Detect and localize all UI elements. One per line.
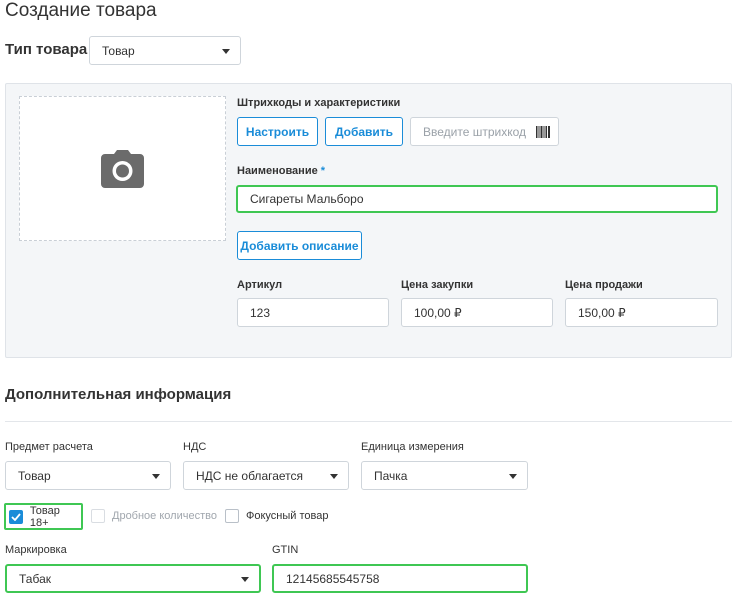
- fractional-checkbox-label: Дробное количество: [112, 510, 217, 522]
- configure-button[interactable]: Настроить: [237, 117, 318, 146]
- barcode-input[interactable]: Введите штрихкод: [410, 117, 559, 146]
- marking-select[interactable]: Табак: [5, 564, 261, 593]
- marking-value: Табак: [19, 571, 51, 586]
- product-type-label: Тип товара: [5, 41, 88, 58]
- adult-checkbox-group[interactable]: Товар 18+: [4, 503, 83, 530]
- article-input-value: 123: [250, 305, 271, 320]
- calc-subject-label: Предмет расчета: [5, 441, 93, 453]
- marking-label: Маркировка: [5, 544, 67, 556]
- chevron-down-icon: [509, 473, 517, 479]
- adult-checkbox-label: Товар 18+: [29, 504, 60, 529]
- barcode-icon: [536, 126, 550, 138]
- fractional-checkbox-group[interactable]: Дробное количество: [91, 509, 217, 523]
- focus-checkbox-group[interactable]: Фокусный товар: [225, 509, 328, 523]
- barcode-input-placeholder: Введите штрихкод: [423, 124, 527, 139]
- required-mark: *: [320, 165, 326, 177]
- fractional-checkbox[interactable]: [91, 509, 105, 523]
- photo-upload-area[interactable]: [19, 96, 226, 241]
- purchase-price-label: Цена закупки: [401, 279, 474, 291]
- gtin-input[interactable]: 12145685545758: [272, 564, 528, 593]
- add-barcode-button[interactable]: Добавить: [325, 117, 403, 146]
- gtin-label: GTIN: [272, 544, 299, 556]
- chevron-down-icon: [241, 576, 249, 582]
- purchase-price-input[interactable]: 100,00 ₽: [401, 298, 553, 327]
- chevron-down-icon: [222, 48, 230, 54]
- barcodes-label: Штрихкоды и характеристики: [237, 97, 401, 109]
- vat-select[interactable]: НДС не облагается: [183, 461, 349, 490]
- check-icon: [11, 512, 21, 521]
- vat-label: НДС: [183, 441, 207, 453]
- focus-checkbox[interactable]: [225, 509, 239, 523]
- gtin-value: 12145685545758: [286, 571, 380, 586]
- name-label-text: Наименование: [237, 165, 318, 177]
- sale-price-value: 150,00 ₽: [578, 305, 626, 320]
- add-description-button[interactable]: Добавить описание: [237, 231, 362, 260]
- purchase-price-value: 100,00 ₽: [414, 305, 462, 320]
- chevron-down-icon: [152, 473, 160, 479]
- name-label: Наименование *: [237, 165, 325, 177]
- name-input[interactable]: Сигареты Мальборо: [236, 185, 718, 213]
- adult-checkbox[interactable]: [9, 509, 23, 524]
- page-title: Создание товара: [5, 0, 157, 21]
- sale-price-input[interactable]: 150,00 ₽: [565, 298, 718, 327]
- article-input[interactable]: 123: [237, 298, 389, 327]
- additional-info-title: Дополнительная информация: [5, 386, 232, 403]
- unit-select[interactable]: Пачка: [361, 461, 528, 490]
- camera-icon: [101, 150, 144, 188]
- sale-price-label: Цена продажи: [565, 279, 643, 291]
- name-input-value: Сигареты Мальборо: [250, 192, 364, 206]
- vat-value: НДС не облагается: [196, 468, 304, 483]
- product-type-value: Товар: [102, 43, 135, 58]
- calc-subject-value: Товар: [18, 468, 51, 483]
- calc-subject-select[interactable]: Товар: [5, 461, 171, 490]
- focus-checkbox-label: Фокусный товар: [246, 510, 329, 522]
- product-type-select[interactable]: Товар: [89, 36, 241, 65]
- unit-label: Единица измерения: [361, 441, 464, 453]
- section-divider: [5, 421, 732, 422]
- article-label: Артикул: [237, 279, 283, 291]
- chevron-down-icon: [330, 473, 338, 479]
- unit-value: Пачка: [374, 468, 408, 483]
